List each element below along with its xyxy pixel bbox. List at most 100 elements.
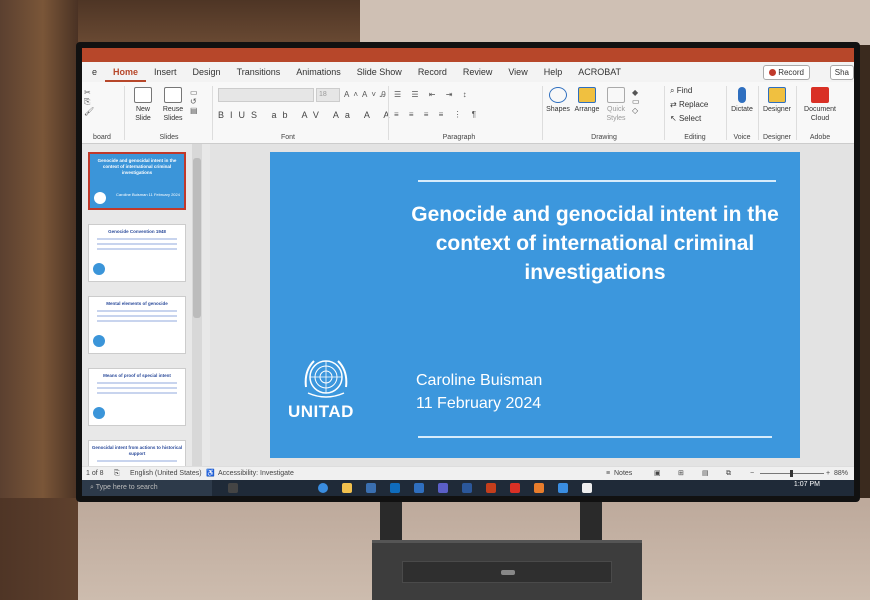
record-button[interactable]: Record [763, 65, 810, 80]
slide-thumbnail[interactable]: Genocide and genocidal intent in the con… [88, 152, 186, 210]
scroll-thumb[interactable] [193, 158, 201, 318]
slide-thumbnail[interactable]: Means of proof of special intent [88, 368, 186, 426]
screen: e Home Insert Design Transitions Animati… [82, 48, 854, 496]
format-buttons[interactable]: BIUS ab AV Aa A A [218, 110, 395, 120]
tab-transitions[interactable]: Transitions [229, 62, 289, 82]
reuse-slides-icon [164, 87, 182, 103]
edge-icon[interactable] [318, 483, 328, 493]
new-slide-button[interactable]: New Slide [128, 87, 158, 123]
slide-divider [418, 436, 772, 438]
tab-animations[interactable]: Animations [288, 62, 349, 82]
powerpoint-icon[interactable] [486, 483, 496, 493]
slideshow-icon[interactable]: ⧉ [726, 467, 731, 480]
new-slide-icon [134, 87, 152, 103]
monitor-stand-post [380, 500, 402, 545]
taskbar-clock[interactable]: 1:07 PM [794, 481, 820, 488]
thumbnail-title: Genocide Convention 1948 [108, 229, 166, 234]
align-icons[interactable]: ≡ ≡ ≡ ≡ ⋮ ¶ [394, 110, 480, 119]
document-cloud-button[interactable]: Document Cloud [798, 87, 842, 123]
find-label: Find [676, 86, 693, 95]
tab-help[interactable]: Help [536, 62, 571, 82]
replace-button[interactable]: ⇄ Replace [670, 100, 708, 109]
fill-outline-icons[interactable]: ◆ ▭ ◇ [632, 88, 644, 115]
slide-sorter-icon[interactable]: ⊞ [678, 467, 684, 480]
accessibility-label[interactable]: Accessibility: Investigate [218, 467, 294, 480]
tab-view[interactable]: View [500, 62, 535, 82]
tab-insert[interactable]: Insert [146, 62, 185, 82]
teams-icon[interactable] [438, 483, 448, 493]
reuse-slides-label: Reuse Slides [162, 106, 184, 122]
app-icon[interactable] [534, 483, 544, 493]
slide-thumbnail[interactable]: Genocide Convention 1948 [88, 224, 186, 282]
language-label[interactable]: English (United States) [130, 467, 202, 480]
slide-title[interactable]: Genocide and genocidal intent in the con… [410, 200, 780, 287]
shapes-label: Shapes [546, 106, 570, 113]
store-icon[interactable] [366, 483, 376, 493]
status-bar: 1 of 8 ⎘ English (United States) ♿ Acces… [82, 466, 854, 480]
cabinet [372, 540, 642, 600]
slide-thumbnail[interactable]: Mental elements of genocide [88, 296, 186, 354]
font-size-select[interactable]: 18 [316, 88, 340, 102]
tab-review[interactable]: Review [455, 62, 501, 82]
slide-thumbnail[interactable]: Genocidal intent from actions to histori… [88, 440, 186, 466]
file-explorer-icon[interactable] [342, 483, 352, 493]
notes-icon: ≡ [606, 470, 611, 477]
voice-group-label: Voice [733, 134, 751, 141]
slide-editor: Genocide and genocidal intent in the con… [210, 144, 854, 466]
shapes-icon [549, 87, 567, 103]
font-family-select[interactable] [218, 88, 314, 102]
drawing-group-label: Drawing [591, 134, 617, 141]
share-label: Sha [834, 68, 849, 77]
dictate-button[interactable]: Dictate [728, 87, 756, 114]
arrange-icon [578, 87, 596, 103]
reuse-slides-button[interactable]: Reuse Slides [158, 87, 188, 123]
zoom-out-icon[interactable]: − [750, 467, 754, 480]
search-icon: ⌕ [670, 86, 677, 95]
zoom-in-icon[interactable]: + [826, 467, 830, 480]
tab-slide-show[interactable]: Slide Show [349, 62, 410, 82]
tab-acrobat[interactable]: ACROBAT [570, 62, 629, 82]
select-button[interactable]: ↖ Select [670, 114, 701, 123]
app-icon[interactable] [582, 483, 592, 493]
tab-home[interactable]: Home [105, 62, 147, 82]
outlook-icon[interactable] [414, 483, 424, 493]
find-button[interactable]: ⌕ Find [670, 86, 692, 96]
app-icon[interactable] [558, 483, 568, 493]
replace-label: Replace [678, 100, 709, 109]
zoom-slider-handle[interactable] [790, 470, 793, 477]
tab-file[interactable]: e [84, 62, 105, 82]
list-icons[interactable]: ☰ ☰ ⇤ ⇥ ↕ [394, 90, 471, 99]
mail-icon[interactable] [390, 483, 400, 493]
dictate-label: Dictate [731, 106, 753, 113]
tab-design[interactable]: Design [185, 62, 229, 82]
spellcheck-icon[interactable]: ⎘ [114, 467, 120, 480]
separator [758, 86, 759, 140]
cabinet-drawer [402, 561, 612, 583]
taskbar: ⌕ Type here to search 1:07 PM [82, 480, 854, 496]
thumbnail-scrollbar[interactable] [192, 144, 202, 466]
arrange-label: Arrange [574, 106, 600, 113]
clipboard-icons: ✂ ⎘ 🖌 [84, 88, 99, 116]
replace-icon: ⇄ [670, 100, 679, 109]
designer-button[interactable]: Designer [760, 87, 794, 114]
arrange-button[interactable]: Arrange [572, 87, 602, 114]
share-button[interactable]: Sha [829, 65, 854, 80]
normal-view-icon[interactable]: ▣ [654, 467, 661, 480]
shapes-button[interactable]: Shapes [544, 87, 572, 114]
taskbar-search[interactable]: ⌕ Type here to search [82, 480, 212, 496]
font-grow-icons[interactable]: A˄A˅Ꭿ [344, 90, 390, 100]
acrobat-taskbar-icon[interactable] [510, 483, 520, 493]
ribbon-tabs: e Home Insert Design Transitions Animati… [82, 62, 854, 82]
word-icon[interactable] [462, 483, 472, 493]
separator [388, 86, 389, 140]
presenter-name[interactable]: Caroline Buisman [416, 372, 542, 390]
presentation-date[interactable]: 11 February 2024 [416, 395, 541, 413]
task-view-icon[interactable] [228, 483, 238, 493]
zoom-level[interactable]: 88% [834, 467, 848, 480]
tab-record[interactable]: Record [410, 62, 455, 82]
quick-styles-button[interactable]: Quick Styles [602, 87, 630, 123]
reading-view-icon[interactable]: ▤ [702, 467, 709, 480]
notes-button[interactable]: Notes [614, 467, 632, 480]
slide-canvas[interactable]: Genocide and genocidal intent in the con… [270, 152, 800, 458]
separator [542, 86, 543, 140]
